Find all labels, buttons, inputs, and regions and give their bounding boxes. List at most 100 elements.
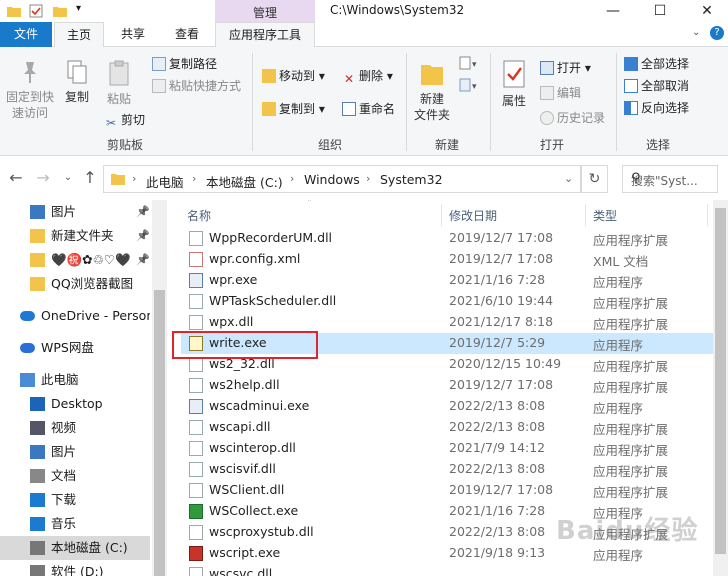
new-folder-button[interactable]: 新建 文件夹 <box>410 59 454 123</box>
window-title: C:\Windows\System32 <box>330 3 465 17</box>
breadcrumb-local-disk[interactable]: 本地磁盘 (C:) <box>206 172 283 191</box>
select-none-button[interactable]: 全部取消 <box>624 78 689 94</box>
properties-button[interactable]: 属性 <box>496 59 532 109</box>
qa-dropdown-icon[interactable]: ▾ <box>76 3 81 14</box>
pin-icon[interactable]: 📌 <box>136 248 150 272</box>
rename-button[interactable]: 重命名 <box>342 101 395 117</box>
address-bar[interactable]: › 此电脑 › 本地磁盘 (C:) › Windows › System32 ⌄ <box>103 165 581 193</box>
tab-file[interactable]: 文件 <box>0 22 52 47</box>
file-row[interactable]: wscadminui.exe 2022/2/13 8:08 应用程序 <box>181 396 713 417</box>
file-row[interactable]: wpr.config.xml 2019/12/7 17:08 XML 文档 <box>181 249 713 270</box>
open-button[interactable]: 打开 ▾ <box>540 60 591 76</box>
history-button[interactable]: 历史记录 <box>540 110 605 126</box>
properties-icon[interactable] <box>28 3 44 19</box>
file-row[interactable]: WPTaskScheduler.dll 2021/6/10 19:44 应用程序扩展 <box>181 291 713 312</box>
nav-item[interactable]: 音乐 <box>0 512 150 536</box>
dll-icon <box>189 483 203 498</box>
file-type: 应用程序扩展 <box>593 485 669 500</box>
folder-icon <box>30 229 45 243</box>
tab-app-tools[interactable]: 应用程序工具 <box>215 22 315 47</box>
close-button[interactable]: ✕ <box>684 0 728 22</box>
nav-item[interactable]: 本地磁盘 (C:) <box>0 536 150 560</box>
new-folder-icon[interactable] <box>52 3 68 19</box>
new-item-icon[interactable]: ▾ <box>458 55 478 71</box>
help-icon[interactable]: ? <box>710 26 724 40</box>
file-row[interactable]: ws2help.dll 2019/12/7 17:08 应用程序扩展 <box>181 375 713 396</box>
nav-item[interactable]: 🖤㊗️✿♲♡🖤 📌 <box>0 248 150 272</box>
edit-button[interactable]: 编辑 <box>540 85 581 101</box>
nav-item[interactable]: 图片 📌 <box>0 200 150 224</box>
address-dropdown-icon[interactable]: ⌄ <box>564 172 573 185</box>
chevron-right-icon[interactable]: › <box>132 172 136 185</box>
refresh-button[interactable]: ↻ <box>581 165 608 193</box>
minimize-button[interactable]: — <box>590 0 636 22</box>
chevron-right-icon[interactable]: › <box>192 172 196 185</box>
select-all-button[interactable]: 全部选择 <box>624 56 689 72</box>
nav-item-label: 软件 (D:) <box>51 564 104 576</box>
chevron-right-icon[interactable]: › <box>290 172 294 185</box>
nav-item[interactable]: WPS网盘 <box>0 336 150 360</box>
folder-icon[interactable] <box>6 3 22 19</box>
cut-button[interactable]: ✂ 剪切 <box>104 112 145 130</box>
pin-quick-access-button[interactable]: 固定到快 速访问 <box>4 59 56 121</box>
file-row[interactable]: wpr.exe 2021/1/16 7:28 应用程序 <box>181 270 713 291</box>
dll-icon <box>189 525 203 540</box>
forward-button[interactable]: → <box>33 168 53 187</box>
nav-item[interactable]: QQ浏览器截图 <box>0 272 150 296</box>
nav-scrollbar-thumb[interactable] <box>154 290 165 576</box>
folder-icon <box>30 277 45 291</box>
column-header-type[interactable]: 类型 <box>593 207 617 224</box>
nav-item[interactable]: 视频 <box>0 416 150 440</box>
pin-icon[interactable]: 📌 <box>136 224 150 248</box>
nav-item[interactable]: 文档 <box>0 464 150 488</box>
file-row[interactable]: wscsvc.dll <box>181 564 713 576</box>
column-divider[interactable] <box>707 204 708 226</box>
file-row[interactable]: wscisvif.dll 2022/2/13 8:08 应用程序扩展 <box>181 459 713 480</box>
copy-path-button[interactable]: 复制路径 <box>152 56 217 72</box>
desktop-icon <box>30 397 45 411</box>
svg-text:▾: ▾ <box>472 82 477 92</box>
breadcrumb-this-pc[interactable]: 此电脑 <box>146 172 184 191</box>
nav-item[interactable]: Desktop <box>0 392 150 416</box>
paste-shortcut-button[interactable]: 粘贴快捷方式 <box>152 78 241 94</box>
delete-button[interactable]: ✕ 删除 ▾ <box>342 68 393 86</box>
nav-item[interactable]: OneDrive - Person <box>0 304 150 328</box>
tab-view[interactable]: 查看 <box>162 22 212 47</box>
copy-to-button[interactable]: 复制到 ▾ <box>262 101 325 117</box>
file-row[interactable]: WppRecorderUM.dll 2019/12/7 17:08 应用程序扩展 <box>181 228 713 249</box>
file-row[interactable]: WSClient.dll 2019/12/7 17:08 应用程序扩展 <box>181 480 713 501</box>
recent-locations-icon[interactable]: ⌄ <box>58 172 78 183</box>
column-header-name[interactable]: 名称 <box>187 207 211 224</box>
maximize-button[interactable]: ☐ <box>637 0 683 22</box>
ribbon: 固定到快 速访问 复制 粘贴 复制路径 粘贴快捷方式 ✂ 剪切 剪贴板 移动到 ▾… <box>0 47 728 156</box>
easy-access-icon[interactable]: ▾ <box>458 77 478 93</box>
tab-share[interactable]: 共享 <box>108 22 158 47</box>
pin-icon[interactable]: 📌 <box>136 200 150 224</box>
file-list-scrollbar-thumb[interactable] <box>715 208 726 554</box>
nav-item[interactable]: 软件 (D:) <box>0 560 150 576</box>
paste-button[interactable]: 粘贴 <box>100 59 138 107</box>
search-box[interactable]: 搜索"Syst... ⚲ <box>622 165 718 193</box>
tab-home[interactable]: 主页 <box>54 22 104 48</box>
column-divider[interactable] <box>585 204 586 226</box>
file-row[interactable]: wpx.dll 2021/12/17 8:18 应用程序扩展 <box>181 312 713 333</box>
chevron-right-icon[interactable]: › <box>366 172 370 185</box>
breadcrumb-system32[interactable]: System32 <box>380 172 443 187</box>
file-row[interactable]: wscapi.dll 2022/2/13 8:08 应用程序扩展 <box>181 417 713 438</box>
file-date: 2019/12/7 5:29 <box>449 335 546 350</box>
breadcrumb-windows[interactable]: Windows <box>304 172 360 187</box>
copy-button[interactable]: 复制 <box>60 59 94 105</box>
up-button[interactable]: ↑ <box>80 168 100 187</box>
move-to-button[interactable]: 移动到 ▾ <box>262 68 325 84</box>
file-row[interactable]: wscinterop.dll 2021/7/9 14:12 应用程序扩展 <box>181 438 713 459</box>
column-divider[interactable] <box>441 204 442 226</box>
nav-item[interactable]: 图片 <box>0 440 150 464</box>
nav-item[interactable]: 新建文件夹 📌 <box>0 224 150 248</box>
back-button[interactable]: ← <box>6 168 26 187</box>
column-header-date[interactable]: 修改日期 <box>449 207 497 224</box>
nav-item[interactable]: 此电脑 <box>0 368 150 392</box>
nav-item[interactable]: 下载 <box>0 488 150 512</box>
context-tab-manage[interactable]: 管理 <box>215 0 315 22</box>
invert-selection-button[interactable]: 反向选择 <box>624 100 689 116</box>
ribbon-collapse-icon[interactable]: ⌄ <box>692 27 700 38</box>
